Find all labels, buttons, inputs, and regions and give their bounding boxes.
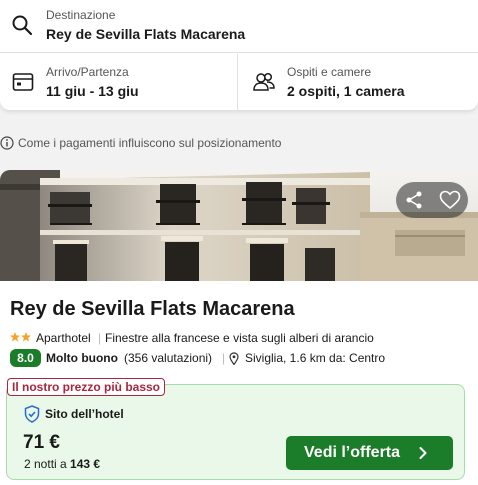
destination-field[interactable]: Destinazione Rey de Sevilla Flats Macare… <box>0 0 478 53</box>
nights-total: 143 € <box>70 457 101 471</box>
guests-value: 2 ospiti, 1 camera <box>287 83 405 99</box>
hotel-result-card: Rey de Sevilla Flats Macarena Aparthotel… <box>0 170 478 485</box>
rating-count[interactable]: (356 valutazioni) <box>124 351 212 365</box>
deal-box[interactable]: Sito dell’hotel 71 € 2 notti a 143 € Ved… <box>6 384 465 480</box>
dates-value: 11 giu - 13 giu <box>46 83 139 99</box>
chevron-right-icon <box>419 447 427 459</box>
ranking-info-text: Come i pagamenti influiscono sul posizio… <box>18 136 282 150</box>
view-deal-label: Vedi l’offerta <box>304 444 401 461</box>
rating-score-badge: 8.0 <box>10 349 41 367</box>
rating-word: Molto buono <box>46 351 118 365</box>
separator: | <box>222 351 226 365</box>
hotel-search-results: Destinazione Rey de Sevilla Flats Macare… <box>0 0 478 485</box>
lowest-price-tag: Il nostro prezzo più basso <box>7 378 166 396</box>
deal-total: 2 notti a 143 € <box>24 457 100 471</box>
info-icon <box>0 136 14 150</box>
destination-label: Destinazione <box>46 8 116 22</box>
view-deal-button[interactable]: Vedi l’offerta <box>286 436 453 470</box>
hotel-photo[interactable] <box>0 170 478 281</box>
deal-provider: Sito dell’hotel <box>45 407 124 421</box>
dates-field[interactable]: Arrivo/Partenza 11 giu - 13 giu <box>0 54 238 110</box>
hotel-name[interactable]: Rey de Sevilla Flats Macarena <box>10 298 295 321</box>
separator: | <box>98 331 102 345</box>
search-icon <box>12 15 33 36</box>
nights-prefix: 2 notti a <box>24 457 67 471</box>
guests-label: Ospiti e camere <box>287 65 372 79</box>
hotel-location: Siviglia, 1.6 km da: Centro <box>245 351 386 365</box>
location-pin-icon <box>229 352 239 365</box>
star-rating-icon <box>10 332 31 342</box>
photo-actions <box>396 182 468 218</box>
share-icon[interactable] <box>404 190 424 210</box>
verified-shield-icon <box>24 405 40 423</box>
guests-icon <box>253 72 275 91</box>
dates-label: Arrivo/Partenza <box>46 65 129 79</box>
search-summary-card: Destinazione Rey de Sevilla Flats Macare… <box>0 0 478 110</box>
heart-icon[interactable] <box>439 190 461 210</box>
calendar-icon <box>12 73 34 91</box>
guests-field[interactable]: Ospiti e camere 2 ospiti, 1 camera <box>239 54 478 110</box>
hotel-type: Aparthotel <box>36 331 91 345</box>
destination-value: Rey de Sevilla Flats Macarena <box>46 26 246 42</box>
deal-price: 71 € <box>23 432 60 453</box>
hotel-description: Finestre alla francese e vista sugli alb… <box>105 331 374 345</box>
